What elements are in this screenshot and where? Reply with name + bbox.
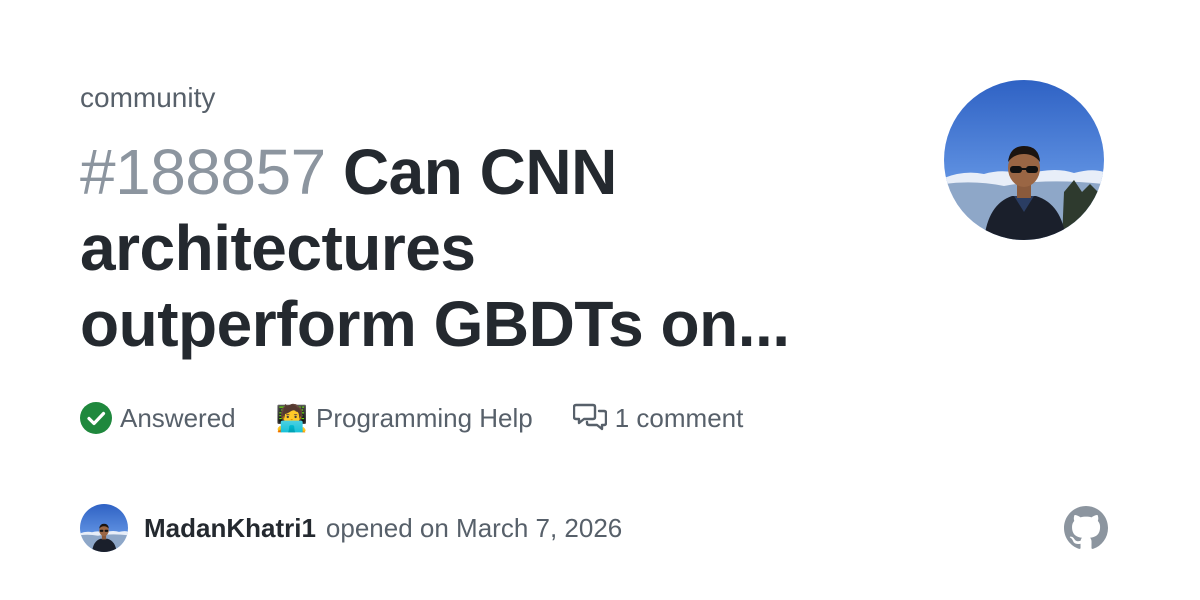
opened-date: opened on March 7, 2026 [325,512,623,543]
status-label: Answered [120,402,236,433]
answered-status[interactable]: Answered [80,402,236,434]
title-line-2: architectures [80,212,476,284]
social-preview-card: community #188857 Can CNN architectures … [0,0,1200,600]
category[interactable]: 🧑‍💻 Programming Help [276,403,533,434]
author-username[interactable]: MadanKhatri1 [144,513,316,544]
title-line-3: outperform GBDTs on... [80,288,790,360]
discussion-meta: Answered 🧑‍💻 Programming Help 1 comment [80,398,783,438]
discussion-title[interactable]: #188857 Can CNN architectures outperform… [80,134,860,362]
author-avatar-large[interactable] [944,80,1104,240]
repository-name[interactable]: community [80,80,215,116]
check-circle-icon [80,402,112,434]
comment-discussion-icon [572,403,607,433]
author-row: MadanKhatri1 opened on March 7, 2026 [80,504,622,552]
comment-count[interactable]: 1 comment [572,402,744,434]
comments-label: 1 comment [614,402,744,433]
author-photo-small [80,504,128,552]
author-photo [944,80,1104,240]
category-label: Programming Help [316,402,533,433]
discussion-number: #188857 [80,136,326,208]
author-avatar-small[interactable] [80,504,128,552]
github-logo-icon[interactable] [1064,506,1108,550]
technologist-emoji-icon: 🧑‍💻 [275,403,308,433]
title-line-1: Can CNN [325,136,617,208]
